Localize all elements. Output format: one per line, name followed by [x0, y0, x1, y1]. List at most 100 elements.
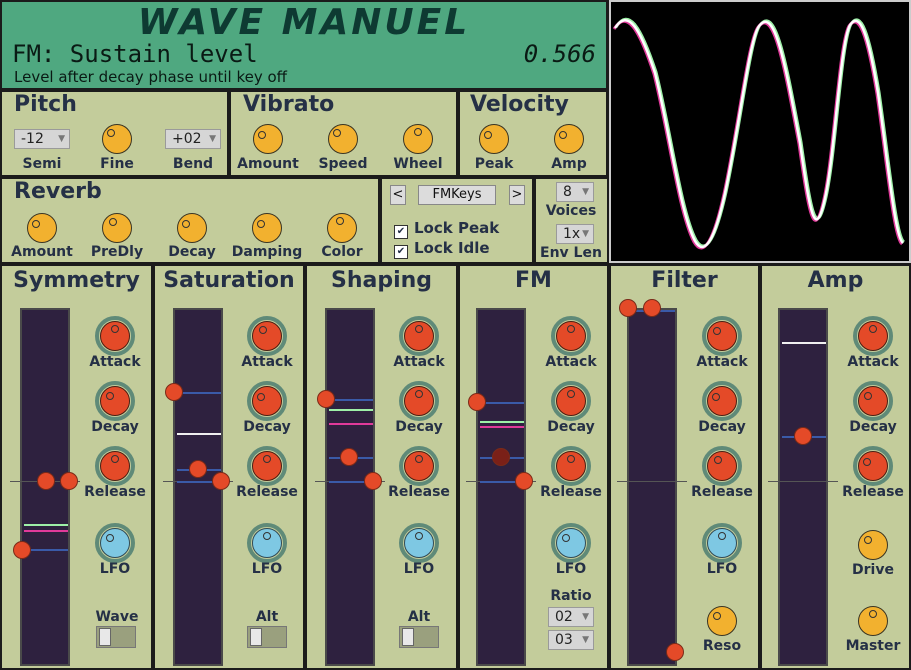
filter-start-handle[interactable] [619, 299, 637, 317]
amp-line-white [782, 342, 826, 344]
voices-select[interactable]: 8 ▼ [556, 182, 594, 202]
pitch-title: Pitch [14, 92, 77, 117]
next-preset-button[interactable]: > [509, 185, 525, 205]
amp-decay-knob[interactable] [858, 386, 888, 416]
filter-center-tick [617, 481, 687, 482]
preset-name[interactable]: FMKeys [418, 185, 496, 205]
saturation-attack-knob[interactable] [252, 321, 282, 351]
envlen-select[interactable]: 1x ▼ [556, 224, 594, 244]
shaping-attack-knob[interactable] [404, 321, 434, 351]
saturation-release-label: Release [236, 484, 298, 500]
symmetry-line-green [24, 524, 68, 526]
saturation-title: Saturation [163, 268, 295, 293]
shaping-release-knob[interactable] [404, 451, 434, 481]
saturation-alt-toggle[interactable] [247, 626, 287, 648]
vibrato-wheel-knob[interactable] [403, 124, 433, 154]
filter-reso-knob[interactable] [707, 606, 737, 636]
lock-peak-checkbox[interactable]: ✔ Lock Peak [394, 219, 499, 239]
amp-sustain-handle[interactable] [794, 427, 812, 445]
fm-title: FM [515, 268, 552, 293]
reverb-predly-knob[interactable] [102, 213, 132, 243]
shaping-release-label: Release [388, 484, 450, 500]
filter-attack-knob[interactable] [707, 321, 737, 351]
toggle-thumb [99, 628, 111, 646]
chevron-down-icon: ▼ [582, 635, 589, 645]
symmetry-attack-handle[interactable] [37, 472, 55, 490]
reverb-amount-knob[interactable] [27, 213, 57, 243]
fm-ratio-label: Ratio [550, 588, 592, 604]
fm-sustain-handle[interactable] [492, 448, 510, 466]
saturation-lfo-label: LFO [251, 561, 283, 577]
filter-release-knob[interactable] [707, 451, 737, 481]
symmetry-decay-knob[interactable] [100, 386, 130, 416]
reverb-decay-knob[interactable] [177, 213, 207, 243]
filter-release-label: Release [691, 484, 753, 500]
amp-drive-knob[interactable] [858, 530, 888, 560]
lock-peak-label: Lock Peak [414, 219, 500, 237]
symmetry-start-handle[interactable] [13, 541, 31, 559]
symmetry-release-knob[interactable] [100, 451, 130, 481]
symmetry-title: Symmetry [13, 268, 140, 293]
velocity-amp-knob[interactable] [554, 124, 584, 154]
symmetry-lfo-knob[interactable] [100, 528, 130, 558]
lock-idle-checkbox[interactable]: ✔ Lock Idle [394, 239, 490, 259]
symmetry-attack-knob[interactable] [100, 321, 130, 351]
shaping-decay-knob[interactable] [404, 386, 434, 416]
amp-drive-label: Drive [852, 562, 894, 578]
fm-ratio2-select[interactable]: 03 ▼ [548, 630, 594, 650]
reverb-panel: Reverb Amount PreDly Decay Damping Color [0, 177, 380, 264]
shaping-lfo-knob[interactable] [404, 528, 434, 558]
shaping-alt-label: Alt [407, 609, 431, 625]
fm-decay-knob[interactable] [556, 386, 586, 416]
fine-knob[interactable] [102, 124, 132, 154]
amp-attack-knob[interactable] [858, 321, 888, 351]
shaping-decay-label: Decay [395, 419, 443, 435]
amp-env-slot[interactable] [778, 308, 828, 666]
shaping-alt-toggle[interactable] [399, 626, 439, 648]
param-value: 0.566 [523, 40, 596, 68]
reverb-color-knob[interactable] [327, 213, 357, 243]
semi-label: Semi [22, 156, 62, 172]
fm-lfo-label: LFO [555, 561, 587, 577]
amp-master-knob[interactable] [858, 606, 888, 636]
toggle-thumb [250, 628, 262, 646]
reverb-predly-label: PreDly [90, 244, 144, 260]
saturation-lfo-knob[interactable] [252, 528, 282, 558]
filter-env-slot[interactable] [627, 308, 677, 666]
bend-select[interactable]: +02 ▼ [165, 129, 221, 149]
shaping-start-handle[interactable] [317, 390, 335, 408]
vibrato-panel: Vibrato Amount Speed Wheel [229, 90, 458, 177]
vibrato-speed-knob[interactable] [328, 124, 358, 154]
shaping-attack-handle[interactable] [340, 448, 358, 466]
amp-title: Amp [807, 268, 864, 293]
filter-attack-handle[interactable] [643, 299, 661, 317]
pitch-panel: Pitch -12 ▼ Semi Fine +02 ▼ Bend [0, 90, 229, 177]
fm-start-handle[interactable] [468, 393, 486, 411]
fm-ratio1-select[interactable]: 02 ▼ [548, 607, 594, 627]
shaping-line-green [329, 409, 373, 411]
semi-select[interactable]: -12 ▼ [14, 129, 70, 149]
fm-panel: FM Attack Decay Release LFO Ratio 02 ▼ 03… [458, 264, 609, 670]
fm-decay-label: Decay [547, 419, 595, 435]
symmetry-wave-toggle[interactable] [96, 626, 136, 648]
prev-preset-button[interactable]: < [390, 185, 406, 205]
fm-lfo-knob[interactable] [556, 528, 586, 558]
saturation-start-handle[interactable] [165, 383, 183, 401]
fm-release-knob[interactable] [556, 451, 586, 481]
saturation-attack-handle[interactable] [189, 460, 207, 478]
velocity-peak-knob[interactable] [479, 124, 509, 154]
velocity-peak-label: Peak [474, 156, 514, 172]
amp-panel: Amp Attack Decay Release Drive Master [760, 264, 911, 670]
amp-decay-label: Decay [849, 419, 897, 435]
chevron-down-icon: ▼ [209, 134, 216, 144]
reverb-damping-knob[interactable] [252, 213, 282, 243]
filter-lfo-knob[interactable] [707, 528, 737, 558]
saturation-decay-knob[interactable] [252, 386, 282, 416]
saturation-release-knob[interactable] [252, 451, 282, 481]
amp-release-knob[interactable] [858, 451, 888, 481]
fm-attack-knob[interactable] [556, 321, 586, 351]
vibrato-amount-knob[interactable] [253, 124, 283, 154]
symmetry-attack-label: Attack [89, 354, 141, 370]
voices-label: Voices [545, 203, 597, 219]
filter-decay-knob[interactable] [707, 386, 737, 416]
